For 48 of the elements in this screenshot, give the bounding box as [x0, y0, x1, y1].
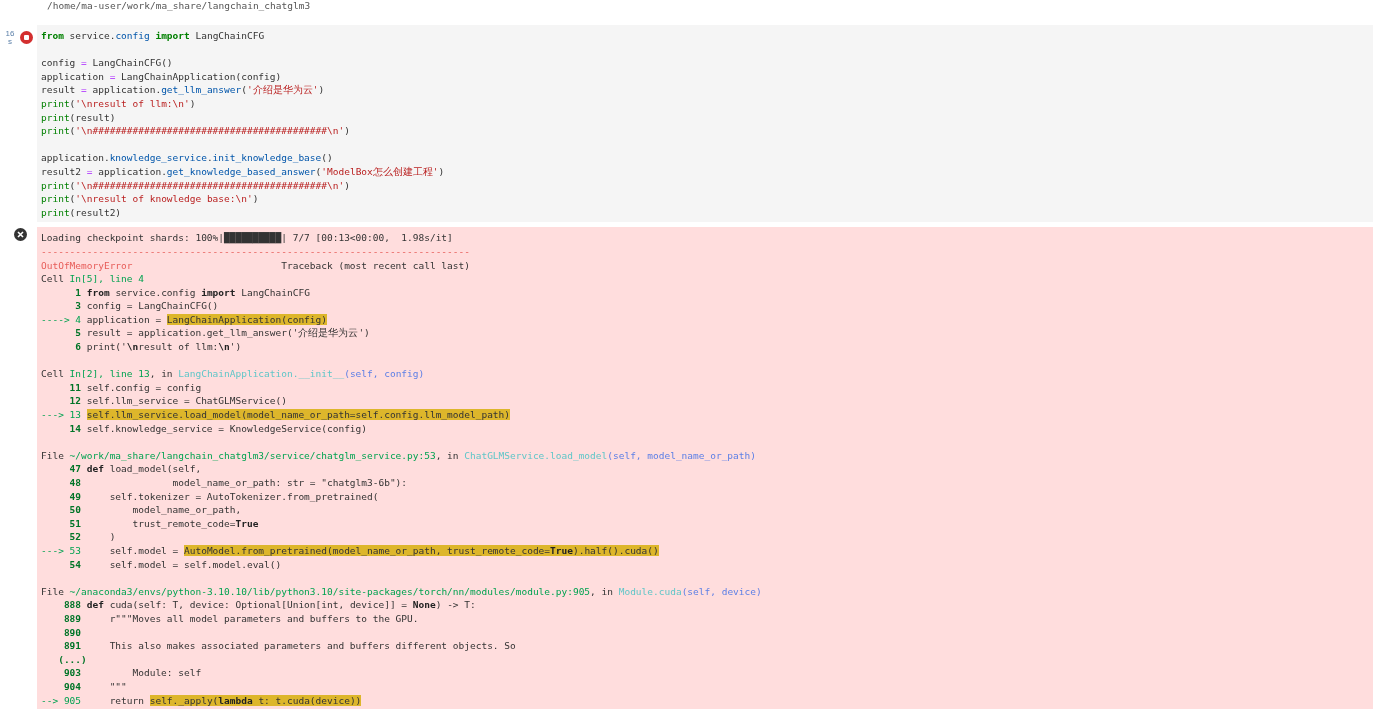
code-line: ---> 53 self.model = AutoModel.from_pretrained(model_name_or_path, trust_remote_code=True).half().cuda() — [41, 543, 659, 558]
code-line: 54 self.model = self.model.eval() — [68, 557, 282, 572]
code-line: result2 = application.get_knowledge_based_answer('ModelBox怎么创建工程') — [41, 164, 445, 179]
code-line: result = application.get_llm_answer('介绍是华为云') — [41, 83, 325, 97]
code-line: File ~/anaconda3/envs/python-3.10.10/lib/python3.10/site-packages/torch/nn/modules/module.py:905, in Module.cuda(self, device) — [41, 584, 762, 599]
code-line: 50 model_name_or_path, — [68, 503, 242, 517]
code-line: 14 self.knowledge_service = KnowledgeService(config) — [68, 421, 368, 436]
execution-time-unit: s — [8, 38, 12, 46]
code-line: 3 config = LangChainCFG() — [74, 299, 219, 313]
code-line: 48 model_name_or_path: str = "chatglm3-6b"): — [68, 476, 408, 490]
code-line: 890 — [62, 625, 83, 640]
code-line: File ~/work/ma_share/langchain_chatglm3/service/chatglm_service.py:53, in ChatGLMService.load_model(self, model_name_or_path) — [41, 448, 756, 463]
code-line: from service.config import LangChainCFG — [41, 29, 265, 43]
code-line: 891 This also makes associated parameters and buffers different objects. So — [62, 639, 516, 653]
code-line: --> 905 return self._apply(lambda t: t.cuda(device)) — [41, 693, 362, 708]
code-line: ---> 13 self.llm_service.load_model(model_name_or_path=self.config.llm_model_path) — [41, 408, 510, 422]
code-line: print(result2) — [41, 205, 122, 220]
code-line: 12 self.llm_service = ChatGLMService() — [68, 394, 287, 409]
code-line: 47 def load_model(self, — [68, 462, 202, 476]
code-line: OutOfMemoryError Traceback (most recent call last) — [41, 258, 470, 273]
code-line: 52 ) — [68, 530, 116, 544]
code-line: print('\n#########################################\n') — [41, 178, 350, 193]
code-line: Loading checkpoint shards: 100%|██████████| 7/7 [00:13<00:00, 1.98s/it] — [41, 231, 453, 245]
code-line: print('\nresult of knowledge base:\n') — [41, 192, 259, 206]
code-line: config = LangChainCFG() — [41, 56, 173, 70]
code-line: print('\nresult of llm:\n') — [41, 96, 196, 111]
code-line: (...) — [57, 652, 87, 667]
code-line: 49 self.tokenizer = AutoTokenizer.from_pretrained( — [68, 489, 379, 504]
code-line: 6 print('\nresult of llm:\n') — [74, 340, 242, 354]
code-line: 5 result = application.get_llm_answer('介绍是华为云') — [74, 326, 370, 341]
execution-time: 16 — [5, 30, 15, 38]
code-line: 11 self.config = config — [68, 380, 202, 395]
code-line: Cell In[2], line 13, in LangChainApplication.__init__(self, config) — [41, 367, 425, 381]
code-line: 903 Module: self — [62, 666, 202, 680]
code-line: ----> 4 application = LangChainApplication(config) — [41, 312, 327, 327]
code-line: print('\n#########################################\n') — [41, 124, 350, 138]
code-line: 889 r"""Moves all model parameters and buffers to the GPU. — [62, 611, 419, 626]
code-line: 51 trust_remote_code=True — [68, 516, 259, 531]
code-line: print(result) — [41, 110, 116, 125]
code-line: application = LangChainApplication(config) — [41, 69, 282, 84]
code-line: application.knowledge_service.init_knowledge_base() — [41, 151, 333, 165]
code-line: Cell In[5], line 4 — [41, 272, 144, 286]
code-line: 888 def cuda(self: T, device: Optional[Union[int, device]] = None) -> T: — [62, 598, 476, 612]
stop-icon[interactable] — [20, 31, 33, 44]
code-line: 1 from service.config import LangChainCFG — [74, 285, 310, 300]
code-line: 904 """ — [62, 679, 127, 694]
working-directory: /home/ma-user/work/ma_share/langchain_chatglm3 — [47, 0, 311, 11]
code-line: --------------------------------------------------------------------------- — [41, 244, 470, 259]
